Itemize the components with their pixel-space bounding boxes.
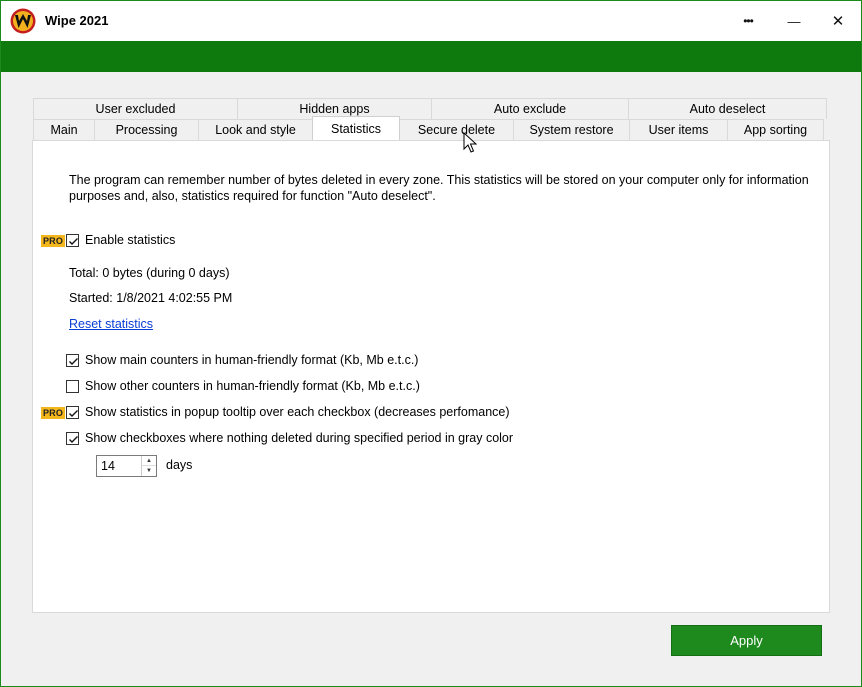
window-title: Wipe 2021 — [45, 13, 109, 28]
days-unit-label: days — [166, 458, 193, 472]
main-counters-label: Show main counters in human-friendly for… — [85, 353, 419, 367]
pro-badge: PRO — [41, 407, 65, 419]
enable-statistics-checkbox[interactable] — [66, 234, 79, 247]
tab-row-bottom: Main Processing Look and style Statistic… — [33, 116, 824, 140]
checkmark-icon — [69, 410, 78, 417]
wipe-logo-icon — [10, 8, 36, 34]
spin-buttons: ▲ ▼ — [141, 456, 156, 476]
days-value[interactable]: 14 — [101, 459, 115, 473]
gray-checkboxes-label: Show checkboxes where nothing deleted du… — [85, 431, 514, 445]
mouse-pointer-icon — [463, 131, 478, 154]
checkmark-icon — [69, 436, 78, 443]
reset-statistics-link[interactable]: Reset statistics — [69, 317, 153, 331]
app-window: Wipe 2021 ••• — ✕ User excluded Hidden a… — [0, 0, 862, 687]
tab-auto-deselect[interactable]: Auto deselect — [628, 98, 827, 119]
other-counters-label: Show other counters in human-friendly fo… — [85, 379, 420, 393]
days-spinbox[interactable]: 14 ▲ ▼ — [96, 455, 157, 477]
tab-system-restore[interactable]: System restore — [513, 119, 630, 140]
tab-statistics[interactable]: Statistics — [312, 116, 400, 140]
spin-up-arrow-icon[interactable]: ▲ — [142, 456, 156, 466]
pro-badge: PRO — [41, 235, 65, 247]
tab-user-items[interactable]: User items — [629, 119, 728, 140]
tab-secure-delete[interactable]: Secure delete — [399, 119, 514, 140]
apply-button[interactable]: Apply — [671, 625, 822, 656]
close-icon[interactable]: ✕ — [815, 1, 861, 41]
minimize-icon[interactable]: — — [771, 1, 817, 41]
tab-user-excluded[interactable]: User excluded — [33, 98, 238, 119]
popup-tooltip-checkbox[interactable] — [66, 406, 79, 419]
statistics-total: Total: 0 bytes (during 0 days) — [69, 266, 230, 280]
popup-tooltip-label: Show statistics in popup tooltip over ea… — [85, 405, 510, 419]
checkmark-icon — [69, 358, 78, 365]
statistics-started: Started: 1/8/2021 4:02:55 PM — [69, 291, 233, 305]
spin-down-arrow-icon[interactable]: ▼ — [142, 466, 156, 476]
tab-app-sorting[interactable]: App sorting — [727, 119, 824, 140]
tab-auto-exclude[interactable]: Auto exclude — [431, 98, 629, 119]
main-counters-checkbox[interactable] — [66, 354, 79, 367]
tab-main[interactable]: Main — [33, 119, 95, 140]
statistics-panel: The program can remember number of bytes… — [32, 140, 830, 613]
brand-header-bar — [1, 41, 861, 72]
tab-processing[interactable]: Processing — [94, 119, 199, 140]
title-bar: Wipe 2021 ••• — ✕ — [1, 1, 861, 41]
enable-statistics-label: Enable statistics — [85, 233, 176, 247]
tab-look-and-style[interactable]: Look and style — [198, 119, 313, 140]
other-counters-checkbox[interactable] — [66, 380, 79, 393]
gray-checkboxes-checkbox[interactable] — [66, 432, 79, 445]
tab-row-top: User excluded Hidden apps Auto exclude A… — [33, 98, 827, 119]
checkmark-icon — [69, 238, 78, 245]
statistics-description: The program can remember number of bytes… — [69, 173, 809, 203]
more-dots-icon[interactable]: ••• — [725, 1, 771, 41]
